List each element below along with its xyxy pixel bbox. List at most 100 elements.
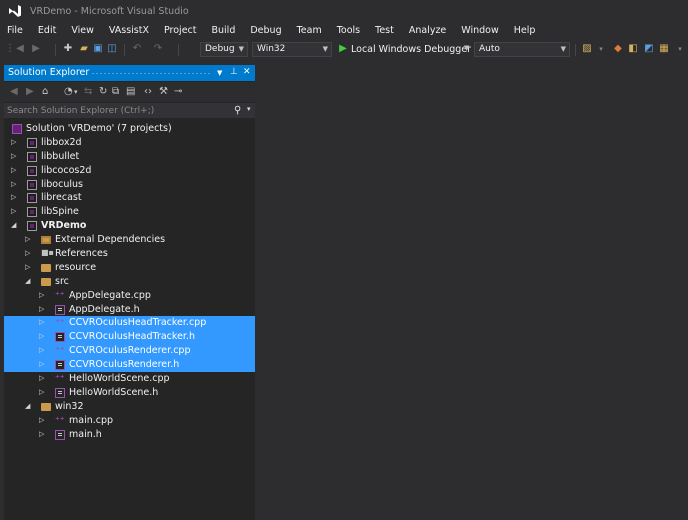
platform-dropdown[interactable]: Win32 ▼ bbox=[252, 42, 332, 57]
expand-arrow-icon[interactable]: ▷ bbox=[39, 374, 44, 382]
tree-item[interactable]: ▷ libcocos2d bbox=[4, 164, 255, 178]
undo-icon[interactable]: ↶ bbox=[131, 43, 143, 55]
tree-item[interactable]: ▷ External Dependencies bbox=[4, 233, 255, 247]
chevron-down-icon[interactable]: ▾ bbox=[247, 105, 251, 113]
preview-selected-items-icon[interactable]: ⊸ bbox=[174, 86, 182, 98]
tree-item[interactable]: ▷ AppDelegate.h bbox=[4, 303, 255, 317]
menu-build[interactable]: Build bbox=[205, 22, 244, 40]
find-icon[interactable]: ▨ bbox=[581, 43, 593, 55]
expand-arrow-icon[interactable]: ▷ bbox=[39, 416, 44, 424]
tree-item[interactable]: ▷ References bbox=[4, 247, 255, 261]
navigate-forward-icon[interactable]: ▶ bbox=[30, 43, 42, 55]
solution-explorer-header[interactable]: Solution Explorer ▼ ⊥ ✕ bbox=[4, 65, 255, 81]
chevron-down-icon[interactable]: ▼ bbox=[464, 44, 469, 52]
build-icon[interactable]: ◧ bbox=[627, 43, 639, 55]
menu-tools[interactable]: Tools bbox=[330, 22, 368, 40]
tree-item[interactable]: ▷ libbullet bbox=[4, 150, 255, 164]
expand-arrow-icon[interactable]: ▷ bbox=[25, 249, 30, 257]
expand-arrow-icon[interactable]: ▷ bbox=[39, 388, 44, 396]
menu-window[interactable]: Window bbox=[454, 22, 506, 40]
tree-item[interactable]: ▷ main.h bbox=[4, 428, 255, 442]
start-debugging-icon[interactable]: ▶ bbox=[337, 43, 349, 55]
chevron-down-icon[interactable]: ▾ bbox=[595, 43, 607, 55]
expand-arrow-icon[interactable]: ▷ bbox=[11, 138, 16, 146]
expand-arrow-icon[interactable]: ▷ bbox=[11, 193, 16, 201]
new-project-icon[interactable]: ✚ bbox=[62, 43, 74, 55]
tree-item[interactable]: ▷ ⁺⁺ HelloWorldScene.cpp bbox=[4, 372, 255, 386]
collapse-arrow-icon[interactable]: ◢ bbox=[11, 221, 16, 229]
search-icon[interactable]: ⚲ bbox=[234, 105, 241, 116]
back-icon[interactable]: ◀ bbox=[10, 86, 18, 98]
save-all-icon[interactable]: ◫ bbox=[106, 43, 118, 55]
pin-icon[interactable]: ⊥ bbox=[230, 67, 238, 77]
menu-project[interactable]: Project bbox=[157, 22, 205, 40]
start-debugging-button[interactable]: Local Windows Debugger bbox=[351, 44, 471, 55]
tree-item[interactable]: ▷ librecast bbox=[4, 191, 255, 205]
expand-arrow-icon[interactable]: ▷ bbox=[39, 318, 44, 326]
properties-wrench-icon[interactable]: ⚒ bbox=[159, 86, 168, 98]
configuration-dropdown[interactable]: Debug ▼ bbox=[200, 42, 248, 57]
drag-grip[interactable] bbox=[91, 72, 211, 75]
toolbox-icon[interactable]: ▦ bbox=[658, 43, 670, 55]
save-icon[interactable]: ▣ bbox=[92, 43, 104, 55]
home-icon[interactable]: ⌂ bbox=[42, 86, 48, 98]
forward-icon[interactable]: ▶ bbox=[26, 86, 34, 98]
menu-team[interactable]: Team bbox=[290, 22, 330, 40]
properties-icon[interactable]: ◩ bbox=[643, 43, 655, 55]
menu-edit[interactable]: Edit bbox=[31, 22, 64, 40]
expand-arrow-icon[interactable]: ▷ bbox=[11, 180, 16, 188]
menu-debug[interactable]: Debug bbox=[243, 22, 289, 40]
expand-arrow-icon[interactable]: ▷ bbox=[39, 430, 44, 438]
tree-item[interactable]: ◢ win32 bbox=[4, 400, 255, 414]
tree-item[interactable]: ▷ ⁺⁺ AppDelegate.cpp bbox=[4, 289, 255, 303]
tree-item[interactable]: ◢ VRDemo bbox=[4, 219, 255, 233]
solution-tools-icon[interactable]: ◆ bbox=[612, 43, 624, 55]
debug-target-dropdown[interactable]: Auto ▼ bbox=[474, 42, 570, 57]
expand-arrow-icon[interactable]: ▷ bbox=[39, 291, 44, 299]
menu-file[interactable]: File bbox=[0, 22, 31, 40]
view-code-icon[interactable]: ‹› bbox=[144, 86, 152, 98]
expand-arrow-icon[interactable]: ▷ bbox=[39, 346, 44, 354]
tree-item[interactable]: ▷ HelloWorldScene.h bbox=[4, 386, 255, 400]
tree-item[interactable]: ▷ CCVROculusRenderer.h bbox=[4, 358, 255, 373]
expand-arrow-icon[interactable]: ▷ bbox=[11, 166, 16, 174]
tree-item[interactable]: ▷ CCVROculusHeadTracker.h bbox=[4, 330, 255, 345]
refresh-icon[interactable]: ↻ bbox=[99, 86, 107, 98]
collapse-arrow-icon[interactable]: ◢ bbox=[25, 402, 30, 410]
pending-changes-filter-icon[interactable]: ◔ bbox=[64, 86, 73, 98]
tree-item[interactable]: ▷ ⁺⁺ CCVROculusHeadTracker.cpp bbox=[4, 316, 255, 331]
redo-icon[interactable]: ↷ bbox=[152, 43, 164, 55]
expand-arrow-icon[interactable]: ▷ bbox=[39, 360, 44, 368]
collapse-arrow-icon[interactable]: ◢ bbox=[25, 277, 30, 285]
tree-item[interactable]: ▷ ⁺⁺ main.cpp bbox=[4, 414, 255, 428]
search-solution-explorer-input[interactable] bbox=[7, 103, 227, 118]
expand-arrow-icon[interactable]: ▷ bbox=[25, 235, 30, 243]
expand-arrow-icon[interactable]: ▷ bbox=[39, 305, 44, 313]
tree-item[interactable]: ▷ liboculus bbox=[4, 178, 255, 192]
tree-item[interactable]: ◢ src bbox=[4, 275, 255, 289]
open-file-icon[interactable]: ▰ bbox=[78, 43, 90, 55]
menu-help[interactable]: Help bbox=[507, 22, 544, 40]
menu-view[interactable]: View bbox=[64, 22, 102, 40]
window-position-dropdown-icon[interactable]: ▼ bbox=[217, 69, 222, 77]
expand-arrow-icon[interactable]: ▷ bbox=[11, 207, 16, 215]
tree-item[interactable]: ▷ libbox2d bbox=[4, 136, 255, 150]
show-all-files-icon[interactable]: ▤ bbox=[126, 86, 135, 98]
chevron-down-icon[interactable]: ▾ bbox=[74, 86, 78, 98]
tree-item[interactable]: ▷ ⁺⁺ CCVROculusRenderer.cpp bbox=[4, 344, 255, 359]
expand-arrow-icon[interactable]: ▷ bbox=[25, 263, 30, 271]
chevron-down-icon[interactable]: ▾ bbox=[674, 43, 686, 55]
tree-item-label: libcocos2d bbox=[41, 164, 92, 176]
navigate-back-icon[interactable]: ◀ bbox=[14, 43, 26, 55]
close-icon[interactable]: ✕ bbox=[243, 67, 251, 77]
menu-vassistx[interactable]: VAssistX bbox=[102, 22, 157, 40]
expand-arrow-icon[interactable]: ▷ bbox=[39, 332, 44, 340]
tree-item[interactable]: ▷ resource bbox=[4, 261, 255, 275]
expand-arrow-icon[interactable]: ▷ bbox=[11, 152, 16, 160]
collapse-all-icon[interactable]: ⧉ bbox=[112, 86, 119, 98]
tree-item[interactable]: ▷ libSpine bbox=[4, 205, 255, 219]
menu-test[interactable]: Test bbox=[368, 22, 402, 40]
sync-with-active-document-icon[interactable]: ⇆ bbox=[84, 86, 92, 98]
menu-analyze[interactable]: Analyze bbox=[402, 22, 454, 40]
tree-item[interactable]: Solution 'VRDemo' (7 projects) bbox=[4, 122, 255, 136]
